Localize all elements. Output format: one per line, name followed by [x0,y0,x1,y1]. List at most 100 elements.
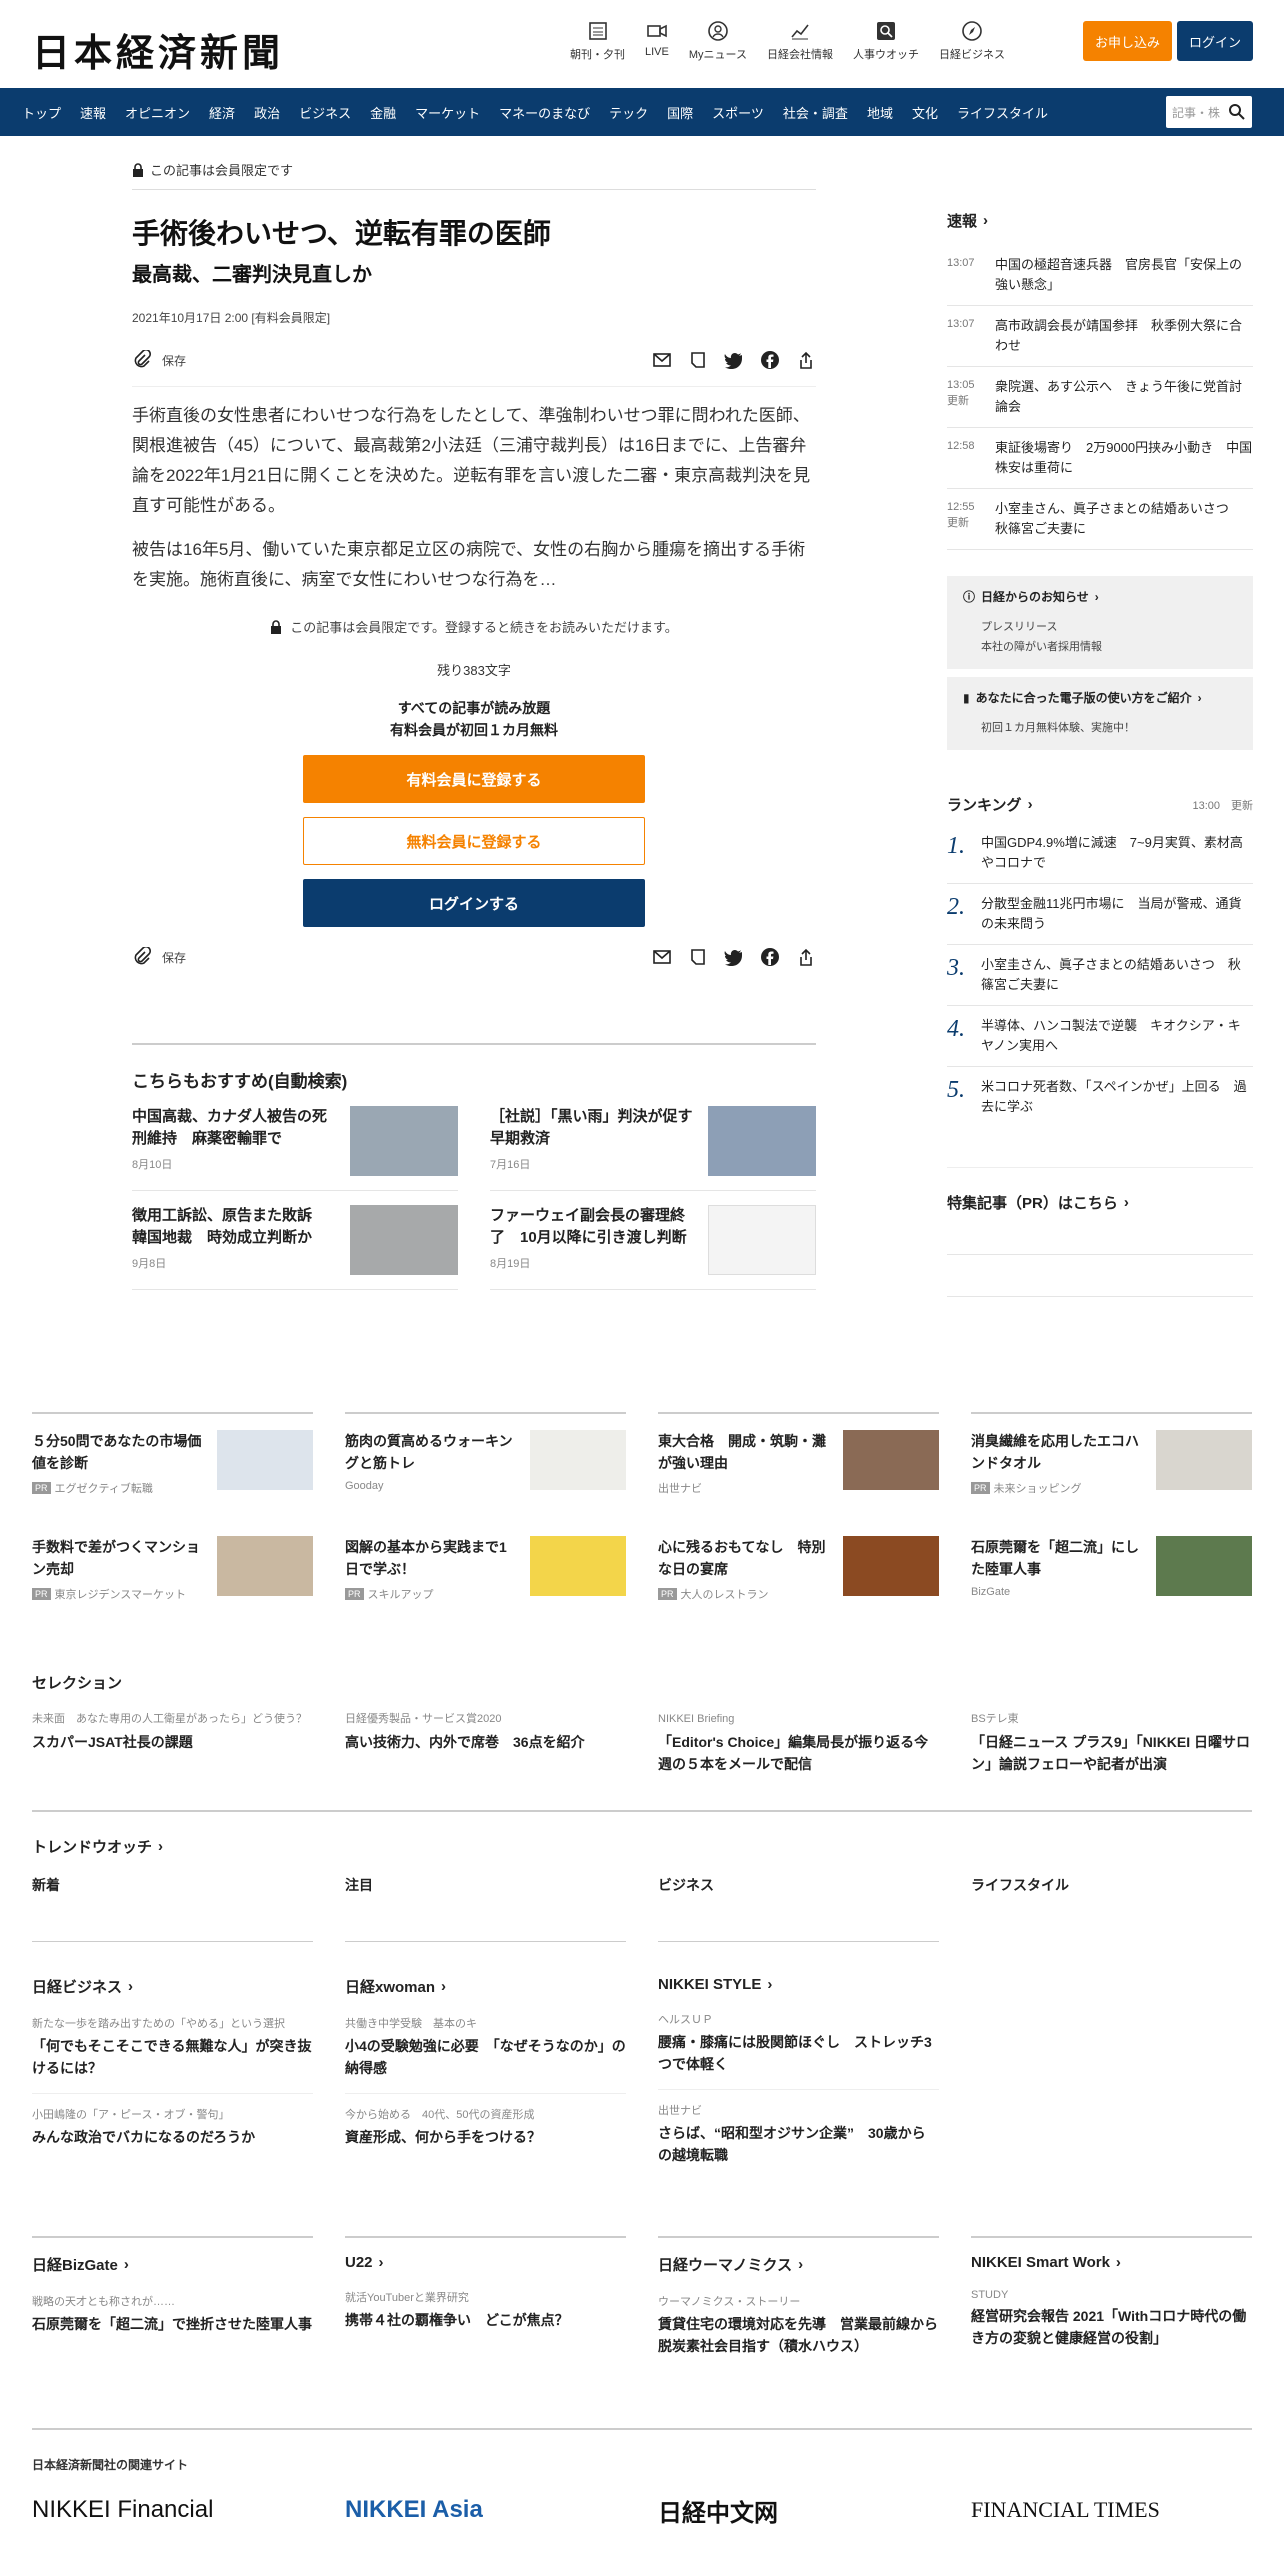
news-item[interactable]: 13:07 高市政調会長が靖国参拝 秋季例大祭に合わせ [947,306,1253,367]
ranking-item[interactable]: 2. 分散型金融11兆円市場に 当局が警戒、通貨の未来問う [947,884,1253,945]
nav-item[interactable]: テック [609,103,648,122]
trend-heading[interactable]: トレンドウオッチ › [32,1836,1252,1857]
ranking-heading[interactable]: ランキング › [947,794,1033,815]
nav-item[interactable]: 国際 [667,103,693,122]
ad-item[interactable]: 東大合格 開成・筑駒・灘が強い理由 出世ナビ [658,1412,939,1496]
ad-item[interactable]: ５分50問であなたの市場価値を診断 PR エグゼクティブ転職 [32,1412,313,1496]
ad-item[interactable]: 筋肉の質高めるウォーキングと筋トレ Gooday [345,1412,626,1496]
recommend-item[interactable]: ファーウェイ副会長の審理終了 10月以降に引き渡し判断 8月19日 [490,1205,816,1290]
note-icon[interactable] [688,350,708,370]
info-heading[interactable]: ⓘ 日経からのお知らせ › [963,588,1237,605]
brand-nikkei-financial[interactable]: NIKKEI Financial [32,2488,313,2532]
recommend-item[interactable]: 中国高裁、カナダ人被告の死刑維持 麻薬密輸罪で 8月10日 [132,1106,458,1191]
ad-item[interactable]: 消臭繊維を応用したエコハンドタオル PR 未来ショッピング [971,1412,1252,1496]
article-login-button[interactable]: ログインする [303,879,645,927]
nav-item[interactable]: 政治 [254,103,280,122]
nav-item[interactable]: 文化 [912,103,938,122]
selection-item[interactable]: NIKKEI Briefing 「Editor's Choice」編集局長が振り返… [658,1711,939,1775]
facebook-icon[interactable] [760,947,780,967]
media-headline[interactable]: 石原莞爾を「超二流」で挫折させた陸軍人事 [32,2313,313,2335]
media-headline[interactable]: 小4の受験勉強に必要 「なぜそうなのか」の納得感 [345,2035,626,2079]
nav-item[interactable]: ライフスタイル [957,103,1048,122]
subscribe-button[interactable]: お申し込み [1083,21,1172,61]
nav-item[interactable]: 地域 [867,103,893,122]
nav-item[interactable]: 速報 [80,103,106,122]
nav-item[interactable]: トップ [22,103,61,122]
ranking-item[interactable]: 5. 米コロナ死者数、「スペインかぜ」上回る 過去に学ぶ [947,1067,1253,1127]
recommend-item[interactable]: 徴用工訴訟、原告また敗訴 韓国地裁 時効成立判断か 9月8日 [132,1205,458,1290]
header-link-jinji[interactable]: 人事ウオッチ [853,20,919,62]
note-icon[interactable] [688,947,708,967]
media-headline[interactable]: 賃貸住宅の環境対応を先導 営業最前線から脱炭素社会目指す（積水ハウス） [658,2313,939,2357]
save-button[interactable]: 保存 [132,947,186,967]
share-icon[interactable] [796,350,816,370]
header-link-business[interactable]: 日経ビジネス [939,20,1005,62]
news-item[interactable]: 13:05 更新 衆院選、あす公示へ きょう午後に党首討論会 [947,367,1253,428]
search-icon[interactable] [1228,103,1246,121]
header-link-live[interactable]: LIVE [645,20,669,62]
media-headline[interactable]: 資産形成、何から手をつける？ [345,2126,626,2148]
brand-nikkei-asia[interactable]: NIKKEI Asia [345,2488,626,2532]
digital-guide-heading[interactable]: ▮ あなたに合った電子版の使い方をご紹介 › [963,689,1237,706]
media-headline[interactable]: さらば、“昭和型オジサン企業” 30歳からの越境転職 [658,2122,939,2166]
register-free-button[interactable]: 無料会員に登録する [303,817,645,865]
media-headline[interactable]: 経営研究会報告 2021「Withコロナ時代の働き方の変貌と健康経営の役割」 [971,2305,1252,2349]
login-button[interactable]: ログイン [1177,21,1253,61]
nav-item[interactable]: 金融 [370,103,396,122]
selection-item[interactable]: 日経優秀製品・サービス賞2020 高い技術力、内外で席巻 36点を紹介 [345,1711,626,1775]
news-item[interactable]: 13:07 中国の極超音速兵器 官房長官「安保上の強い懸念」 [947,245,1253,306]
nav-item[interactable]: 経済 [209,103,235,122]
ranking-item[interactable]: 4. 半導体、ハンコ製法で逆襲 キオクシア・キヤノン実用へ [947,1006,1253,1067]
info-link[interactable]: 本社の障がい者採用情報 [981,637,1237,657]
media-heading[interactable]: 日経ウーマノミクス › [658,2254,939,2275]
nav-item[interactable]: ビジネス [299,103,351,122]
brand-financial-times[interactable]: FINANCIAL TIMES [971,2488,1252,2532]
register-paid-button[interactable]: 有料会員に登録する [303,755,645,803]
recommend-item[interactable]: ［社説］「黒い雨」判決が促す早期救済 7月16日 [490,1106,816,1191]
media-headline[interactable]: みんな政治でバカになるのだろうか [32,2126,313,2148]
news-item[interactable]: 12:55 更新 小室圭さん、眞子さまとの結婚あいさつ 秋篠宮ご夫妻に [947,489,1253,550]
ad-item[interactable]: 手数料で差がつくマンション売却 PR 東京レジデンスマーケット [32,1520,313,1602]
info-link[interactable]: プレスリリース [981,617,1237,637]
twitter-icon[interactable] [724,947,744,967]
mail-icon[interactable] [652,350,672,370]
trend-column[interactable]: 新着 [32,1875,313,1942]
news-item[interactable]: 12:58 東証後場寄り 2万9000円挟み小動き 中国株安は重荷に [947,428,1253,489]
nav-item[interactable]: 社会・調査 [783,103,848,122]
trend-column[interactable]: ビジネス [658,1875,939,1942]
media-headline[interactable]: 携帯４社の覇権争い どこが焦点？ [345,2309,626,2331]
search-input[interactable]: 記事・株 [1166,96,1252,128]
breaking-news-heading[interactable]: 速報 › [947,210,1253,231]
ad-item[interactable]: 石原莞爾を「超二流」にした陸軍人事 BizGate [971,1520,1252,1602]
ranking-item[interactable]: 3. 小室圭さん、眞子さまとの結婚あいさつ 秋篠宮ご夫妻に [947,945,1253,1006]
header-link-paper[interactable]: 朝刊・夕刊 [570,20,625,62]
save-button[interactable]: 保存 [132,350,186,370]
media-heading[interactable]: 日経ビジネス › [32,1976,313,1997]
nav-item[interactable]: マネーのまなび [499,103,590,122]
digital-guide-link[interactable]: 初回１カ月無料体験、実施中！ [981,718,1237,738]
trend-column[interactable]: 注目 [345,1875,626,1942]
ad-item[interactable]: 図解の基本から実践まで1日で学ぶ！ PR スキルアップ [345,1520,626,1602]
header-link-mynews[interactable]: Myニュース [689,20,747,62]
selection-item[interactable]: BSテレ東 「日経ニュース プラス9」「NIKKEI 日曜サロン」論説フェローや記… [971,1711,1252,1775]
nav-item[interactable]: オピニオン [125,103,190,122]
trend-column[interactable]: ライフスタイル [971,1875,1252,1942]
nav-item[interactable]: マーケット [415,103,480,122]
nav-item[interactable]: スポーツ [712,103,764,122]
mail-icon[interactable] [652,947,672,967]
ranking-item[interactable]: 1. 中国GDP4.9%増に減速 7~9月実質、素材高やコロナで [947,823,1253,884]
twitter-icon[interactable] [724,350,744,370]
media-headline[interactable]: 「何でもそこそこできる無難な人」が突き抜けるには？ [32,2035,313,2079]
media-heading[interactable]: 日経BizGate › [32,2254,313,2275]
media-heading[interactable]: 日経xwoman › [345,1976,626,1997]
media-heading[interactable]: NIKKEI STYLE › [658,1976,939,1993]
facebook-icon[interactable] [760,350,780,370]
share-icon[interactable] [796,947,816,967]
ad-item[interactable]: 心に残るおもてなし 特別な日の宴席 PR 大人のレストラン [658,1520,939,1602]
feature-heading[interactable]: 特集記事（PR）はこちら › [947,1192,1253,1213]
media-heading[interactable]: NIKKEI Smart Work › [971,2254,1252,2271]
media-heading[interactable]: U22 › [345,2254,626,2271]
media-headline[interactable]: 腰痛・膝痛には股関節ほぐし ストレッチ3つで体軽く [658,2031,939,2075]
selection-item[interactable]: 未来面 あなた専用の人工衛星があったら」どう使う？ スカパーJSAT社長の課題 [32,1711,313,1775]
header-link-company[interactable]: 日経会社情報 [767,20,833,62]
